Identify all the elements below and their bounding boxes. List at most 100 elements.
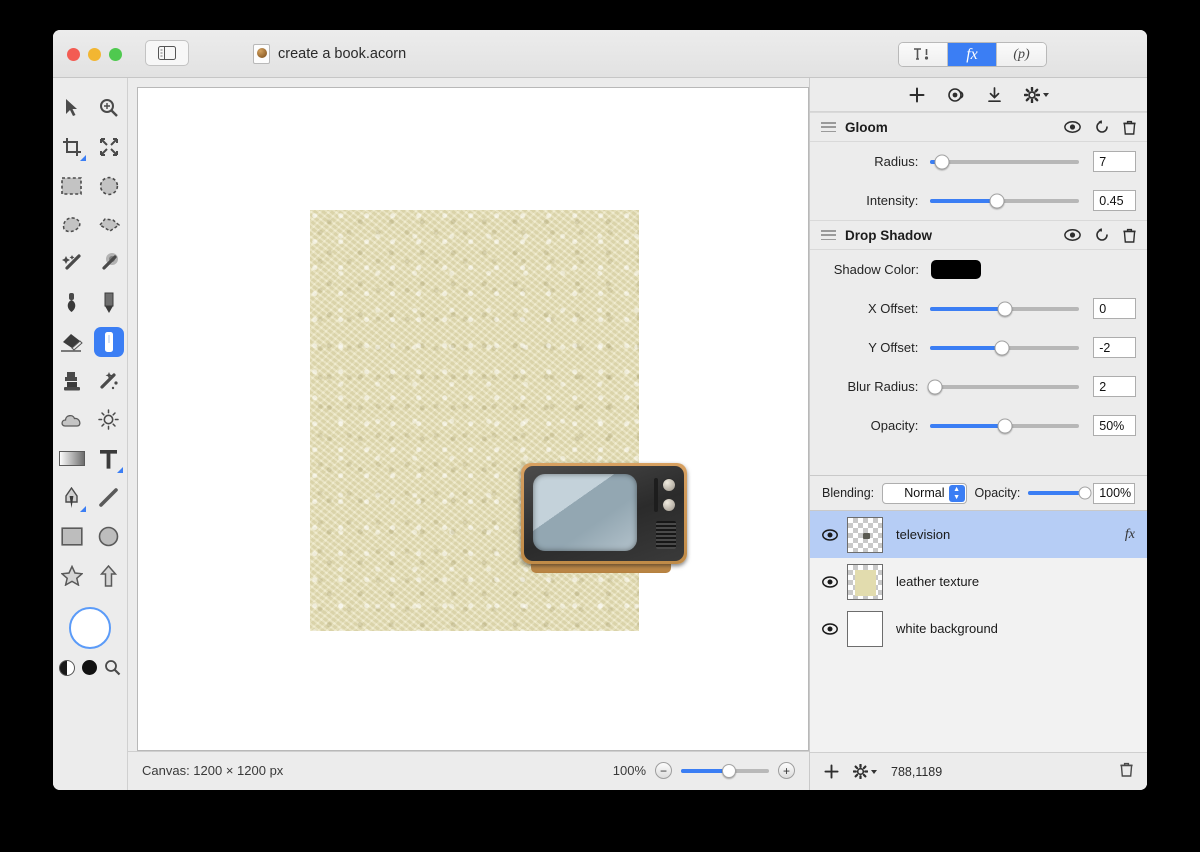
tool-magic-wand[interactable] <box>53 244 90 283</box>
tool-line[interactable] <box>90 478 127 517</box>
shadow-color-swatch[interactable] <box>931 260 981 279</box>
tool-polygon-lasso[interactable] <box>90 205 127 244</box>
layer-row-white-background[interactable]: white background <box>810 605 1147 652</box>
foreground-color-well[interactable] <box>69 607 111 649</box>
tool-rectangle-shape[interactable] <box>53 517 90 556</box>
tab-tools[interactable] <box>899 43 948 66</box>
layer-name: television <box>896 527 951 542</box>
radius-value-field[interactable]: 7 <box>1093 151 1136 172</box>
zoom-in-button[interactable]: + <box>778 762 795 779</box>
status-bar: Canvas: 1200 × 1200 px 100% − + <box>128 751 809 789</box>
shadow-opacity-value-field[interactable]: 50% <box>1093 415 1136 436</box>
tool-burn[interactable] <box>90 400 127 439</box>
smudge-icon <box>99 372 118 390</box>
tool-eraser[interactable] <box>53 322 90 361</box>
effect-header-gloom[interactable]: Gloom <box>810 112 1147 142</box>
zoom-slider-knob[interactable] <box>721 763 736 778</box>
tool-text[interactable] <box>90 439 127 478</box>
trash-icon <box>1120 762 1133 777</box>
tool-pen[interactable] <box>53 478 90 517</box>
intensity-value-field[interactable]: 0.45 <box>1093 190 1136 211</box>
plus-icon[interactable] <box>824 764 839 779</box>
zoom-slider[interactable] <box>681 763 769 778</box>
blending-mode-select[interactable]: Normal ▲ ▼ <box>882 482 967 504</box>
reset-icon[interactable] <box>1095 120 1109 134</box>
tool-ellipse-select[interactable] <box>90 166 127 205</box>
drag-handle-icon[interactable] <box>821 122 836 132</box>
tool-transform[interactable] <box>90 127 127 166</box>
blur-radius-slider[interactable] <box>927 379 1080 394</box>
tool-paint-brush[interactable] <box>90 322 127 361</box>
effects-toolbar <box>810 78 1147 112</box>
tool-bucket-fill[interactable] <box>53 283 90 322</box>
layer-opacity-slider[interactable] <box>1028 486 1092 500</box>
layer-thumbnail <box>847 610 883 647</box>
tool-move[interactable] <box>53 88 90 127</box>
trash-icon[interactable] <box>1123 120 1136 135</box>
tool-gradient[interactable] <box>53 439 90 478</box>
radius-slider[interactable] <box>930 154 1080 169</box>
layer-fx-badge[interactable]: fx <box>1125 527 1135 543</box>
x-offset-slider[interactable] <box>930 301 1080 316</box>
minimize-button[interactable] <box>88 48 101 61</box>
tab-effects[interactable]: fx <box>948 43 997 66</box>
layer-thumbnail <box>847 516 883 553</box>
tool-arrow-shape[interactable] <box>90 556 127 595</box>
zoom-controls: 100% − + <box>613 762 795 779</box>
eye-icon[interactable] <box>822 528 838 541</box>
y-offset-value-field[interactable]: -2 <box>1093 337 1136 358</box>
delete-layer-button[interactable] <box>1120 762 1133 782</box>
tool-star-shape[interactable] <box>53 556 90 595</box>
magnifier-icon[interactable] <box>104 659 121 676</box>
effect-header-drop-shadow[interactable]: Drop Shadow <box>810 220 1147 250</box>
tool-crop[interactable] <box>53 127 90 166</box>
y-offset-slider[interactable] <box>930 340 1080 355</box>
add-effect-button[interactable] <box>909 87 925 103</box>
inspector-panel: Gloom Radius: 7 Intensity: 0.45 Drop Sha… <box>809 78 1147 790</box>
eye-icon[interactable] <box>822 575 838 588</box>
tool-rect-select[interactable] <box>53 166 90 205</box>
tab-presets[interactable]: (p) <box>997 43 1046 66</box>
move-icon <box>66 99 77 116</box>
close-button[interactable] <box>67 48 80 61</box>
blur-radius-value-field[interactable]: 2 <box>1093 376 1136 397</box>
tool-zoom[interactable] <box>90 88 127 127</box>
burn-sun-icon <box>98 409 119 430</box>
effect-name: Drop Shadow <box>845 227 932 243</box>
canvas-column: Canvas: 1200 × 1200 px 100% − + <box>128 78 809 790</box>
effects-options-button[interactable] <box>1023 86 1049 103</box>
arrow-shape-icon <box>100 564 117 587</box>
zoom-button[interactable] <box>109 48 122 61</box>
eye-icon[interactable] <box>822 622 838 635</box>
tool-dodge[interactable] <box>53 400 90 439</box>
x-offset-value-field[interactable]: 0 <box>1093 298 1136 319</box>
gear-icon <box>1023 86 1040 103</box>
zoom-out-button[interactable]: − <box>655 762 672 779</box>
eye-icon[interactable] <box>1064 121 1081 133</box>
layer-row-television[interactable]: television fx <box>810 511 1147 558</box>
tool-smudge[interactable] <box>90 361 127 400</box>
drag-handle-icon[interactable] <box>821 230 836 240</box>
tool-pencil[interactable] <box>90 283 127 322</box>
preview-effect-button[interactable] <box>947 87 965 103</box>
tool-palette <box>53 78 128 790</box>
intensity-slider[interactable] <box>930 193 1080 208</box>
tool-lasso[interactable] <box>53 205 90 244</box>
shadow-opacity-slider[interactable] <box>930 418 1080 433</box>
layer-opacity-field[interactable]: 100% <box>1093 482 1135 504</box>
tool-clone-stamp[interactable] <box>53 361 90 400</box>
layer-opacity-knob[interactable] <box>1078 486 1092 500</box>
eraser-icon <box>60 333 83 352</box>
tool-ellipse-shape[interactable] <box>90 517 127 556</box>
swap-colors-icon[interactable] <box>59 659 75 676</box>
tool-instant-alpha[interactable] <box>90 244 127 283</box>
reset-icon[interactable] <box>1095 228 1109 242</box>
eye-icon[interactable] <box>1064 229 1081 241</box>
layer-row-leather-texture[interactable]: leather texture <box>810 558 1147 605</box>
sidebar-toggle-button[interactable] <box>145 40 189 66</box>
save-effect-button[interactable] <box>987 86 1002 103</box>
canvas[interactable] <box>137 87 809 751</box>
layer-options-button[interactable] <box>853 764 877 779</box>
black-swatch-icon[interactable] <box>82 660 97 675</box>
trash-icon[interactable] <box>1123 228 1136 243</box>
